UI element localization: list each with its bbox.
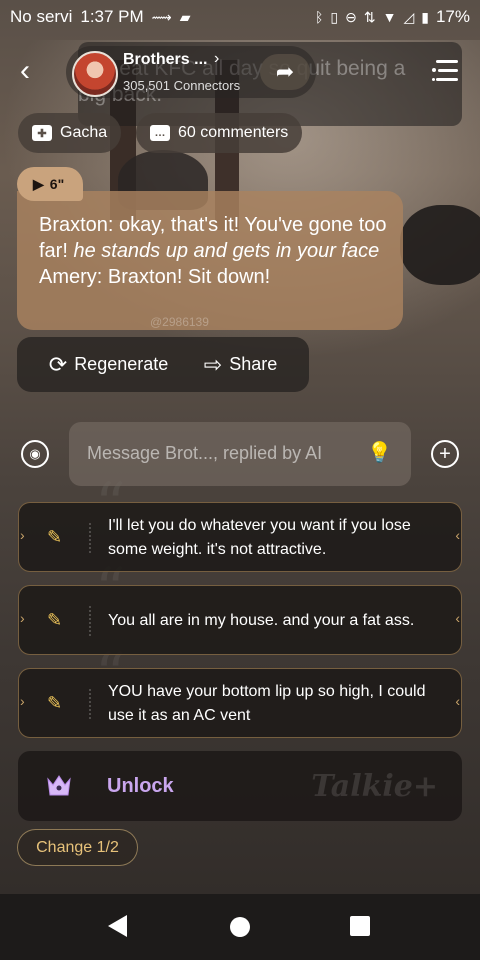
share-arrow-icon: ➦ <box>275 59 295 84</box>
bluetooth-icon: ᛒ <box>315 9 324 25</box>
plus-icon: + <box>439 443 451 465</box>
menu-icon[interactable] <box>432 58 460 84</box>
dnd-icon: ⊖ <box>345 8 357 25</box>
divider <box>89 606 92 636</box>
message-action: he stands up and gets in your face <box>73 240 380 262</box>
sound-wave-icon: ◉ <box>29 446 41 461</box>
share-message-button[interactable]: ⇨ Share <box>204 352 277 378</box>
play-icon: ▶ <box>33 175 44 192</box>
audio-play-button[interactable]: ▶ 6" <box>17 167 83 201</box>
message-dialogue: Amery: Braxton! Sit down! <box>39 266 271 288</box>
nav-back-icon[interactable] <box>108 915 127 937</box>
refresh-icon: ⟳ <box>48 351 68 377</box>
chevron-left-icon: ‹ <box>455 610 460 626</box>
chevron-left-icon: ‹ <box>455 527 460 543</box>
reply-suggestion[interactable]: › ✎ YOU have your bottom lip up so high,… <box>18 668 462 738</box>
message-actions: ⟳ Regenerate ⇨ Share <box>17 337 309 392</box>
battery-icon: ▮ <box>421 8 429 25</box>
commenters-chip[interactable]: … 60 commenters <box>136 113 303 153</box>
carrier-text: No servi <box>10 7 73 26</box>
character-name[interactable]: Brothers ... <box>123 51 207 69</box>
message-input-box[interactable]: 💡 <box>69 422 411 486</box>
back-button[interactable]: ‹ <box>20 56 48 86</box>
watermark: @2986139 <box>150 315 209 329</box>
regenerate-label: Regenerate <box>74 354 169 374</box>
edit-icon[interactable]: ✎ <box>47 610 62 631</box>
nav-recents-icon[interactable] <box>350 916 370 936</box>
voice-call-button[interactable]: ◉ <box>21 440 49 468</box>
avatar[interactable] <box>72 51 118 97</box>
clock: 1:37 PM <box>80 7 144 26</box>
message-text: Braxton: okay, that's it! You've gone to… <box>39 212 389 290</box>
divider <box>89 523 92 553</box>
edit-icon[interactable]: ✎ <box>47 527 62 548</box>
battery-percent: 17% <box>435 7 470 26</box>
unlock-label: Unlock <box>107 775 174 797</box>
gacha-icon: ✚ <box>32 125 52 141</box>
chevron-right-icon: › <box>214 50 220 67</box>
signal-icon: ◿ <box>403 8 415 25</box>
talkie-plus-logo: Talkie+ <box>311 769 438 804</box>
status-bar: No servi 1:37 PM ⟿ ▰ ᛒ ▯ ⊖ ⇅ ▼ ◿ ▮ 17% <box>0 0 480 34</box>
gacha-label: Gacha <box>60 124 108 141</box>
data-icon: ⇅ <box>363 8 376 25</box>
suggestion-text: I'll let you do whatever you want if you… <box>108 517 411 558</box>
chevron-right-icon: › <box>20 610 25 626</box>
suggestion-text: You all are in my house. and your a fat … <box>108 612 415 629</box>
background-character <box>400 205 480 285</box>
share-icon: ⇨ <box>203 351 223 377</box>
add-button[interactable]: + <box>431 440 459 468</box>
chevron-right-icon: › <box>20 527 25 543</box>
comments-icon: … <box>150 125 170 141</box>
suggestion-text: YOU have your bottom lip up so high, I c… <box>108 683 426 724</box>
lightbulb-icon[interactable]: 💡 <box>367 440 392 466</box>
nav-home-icon[interactable] <box>230 917 250 937</box>
share-label: Share <box>229 354 278 374</box>
crown-icon <box>47 775 71 796</box>
commenters-label: 60 commenters <box>178 124 289 141</box>
reply-suggestion[interactable]: › ✎ You all are in my house. and your a … <box>18 585 462 655</box>
gacha-chip[interactable]: ✚ Gacha <box>18 113 122 153</box>
audio-duration: 6" <box>49 176 65 192</box>
edit-icon[interactable]: ✎ <box>47 693 62 714</box>
activity-icon: ⟿ <box>151 8 172 25</box>
vibrate-icon: ▯ <box>330 8 339 25</box>
message-input[interactable] <box>85 442 349 465</box>
wifi-icon: ▼ <box>382 9 397 25</box>
sim-icon: ▰ <box>179 8 191 25</box>
chevron-right-icon: › <box>20 693 25 709</box>
regenerate-button[interactable]: ⟳ Regenerate <box>49 352 169 378</box>
system-nav-bar <box>0 894 480 960</box>
reply-suggestion[interactable]: › ✎ I'll let you do whatever you want if… <box>18 502 462 572</box>
change-suggestions-button[interactable]: Change 1/2 <box>17 829 138 866</box>
share-button[interactable]: ➦ <box>260 54 310 90</box>
chevron-left-icon: ‹ <box>455 693 460 709</box>
divider <box>89 689 92 719</box>
connectors-count: 305,501 Connectors <box>123 78 241 93</box>
unlock-button[interactable]: Unlock Talkie+ <box>18 751 462 821</box>
